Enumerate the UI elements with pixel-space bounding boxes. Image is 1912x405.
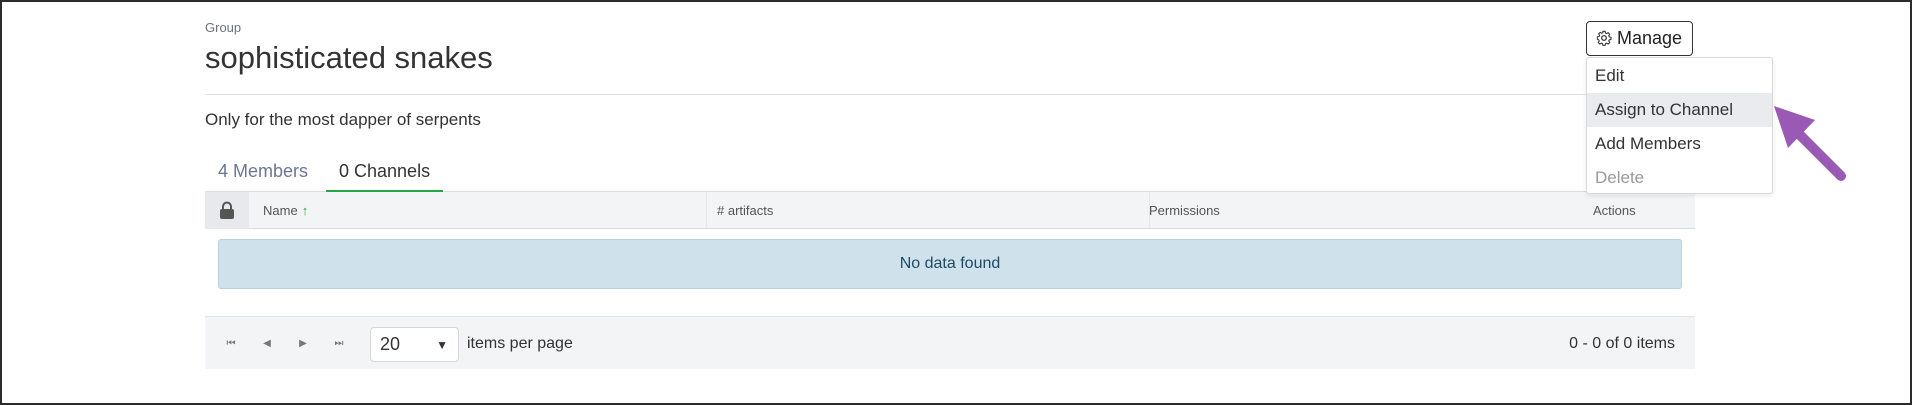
- divider: [205, 94, 1695, 95]
- group-description: Only for the most dapper of serpents: [205, 110, 481, 129]
- previous-page-icon[interactable]: ◀: [258, 335, 276, 353]
- menu-item-edit[interactable]: Edit: [1587, 59, 1772, 93]
- pager-info: 0 - 0 of 0 items: [1569, 335, 1675, 352]
- lock-column-header: [205, 192, 249, 229]
- column-header-artifacts[interactable]: # artifacts: [706, 192, 773, 229]
- pager: ⏮ ◀ ▶ ⏭ 20 ▼ items per page 0 - 0 of 0 i…: [205, 316, 1695, 369]
- column-header-actions: Actions: [1593, 203, 1636, 218]
- grid-header: Name ↑ # artifacts Permissions Actions: [205, 192, 1695, 229]
- gear-icon: [1596, 30, 1612, 46]
- tab-channels[interactable]: 0 Channels: [326, 155, 444, 192]
- last-page-icon[interactable]: ⏭: [330, 335, 348, 353]
- page-title: sophisticated snakes: [205, 40, 493, 75]
- next-page-icon[interactable]: ▶: [294, 335, 312, 353]
- page-kicker: Group: [205, 20, 242, 35]
- tab-members[interactable]: 4 Members: [205, 155, 321, 192]
- first-page-icon[interactable]: ⏮: [222, 335, 240, 353]
- empty-state-message: No data found: [218, 239, 1682, 289]
- manage-button-label: Manage: [1617, 28, 1683, 48]
- lock-icon: [220, 201, 234, 219]
- sort-ascending-icon: ↑: [301, 203, 309, 218]
- column-header-name[interactable]: Name ↑: [263, 192, 308, 229]
- menu-item-add-members[interactable]: Add Members: [1587, 127, 1772, 161]
- annotation-arrow-icon: [1774, 106, 1846, 181]
- column-header-permissions-label[interactable]: Permissions: [1149, 192, 1220, 229]
- items-per-page-label: items per page: [467, 335, 573, 352]
- menu-item-assign-to-channel[interactable]: Assign to Channel: [1587, 93, 1772, 127]
- tab-strip: 4 Members 0 Channels: [205, 155, 1695, 192]
- manage-button[interactable]: Manage: [1586, 21, 1693, 56]
- menu-item-delete: Delete: [1595, 168, 1645, 187]
- page-size-value: 20: [380, 334, 401, 354]
- manage-dropdown-menu: Edit Assign to Channel Add Members Delet…: [1586, 57, 1773, 194]
- page-size-select[interactable]: 20 ▼: [370, 327, 459, 362]
- chevron-down-icon: ▼: [436, 338, 448, 352]
